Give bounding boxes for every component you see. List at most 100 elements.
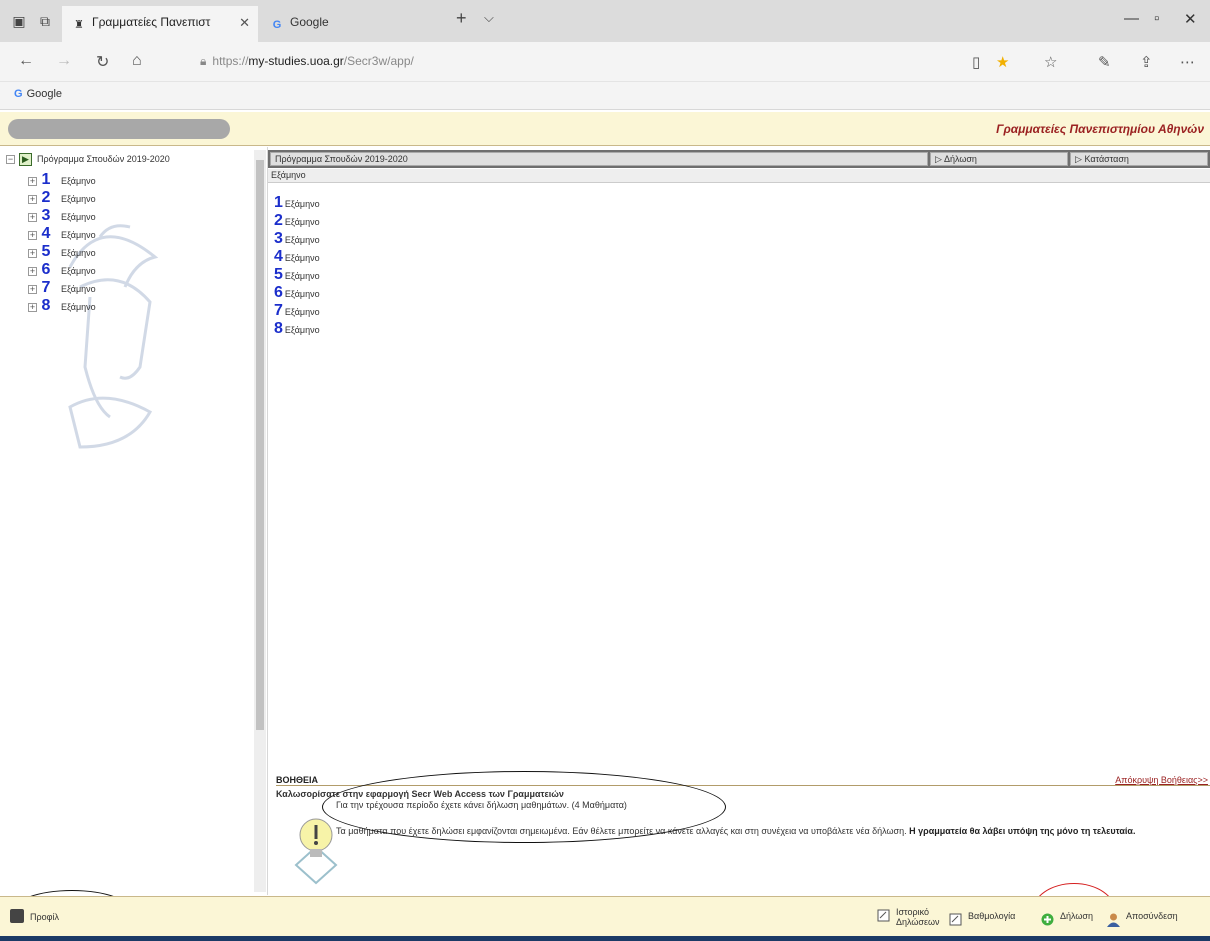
- maximize-icon[interactable]: ▫: [1154, 10, 1159, 27]
- semester-label: Εξάμηνο: [284, 235, 320, 245]
- share-icon[interactable]: ⇪: [1140, 53, 1153, 71]
- profile-button[interactable]: Προφίλ: [10, 909, 59, 923]
- semester-row[interactable]: 5 Εξάμηνο: [274, 266, 320, 284]
- expand-icon[interactable]: +: [28, 231, 37, 240]
- tab-title: Γραμματείες Πανεπιστ: [92, 15, 211, 29]
- new-tab-icon[interactable]: +: [456, 8, 467, 29]
- lock-icon: 🔒︎: [200, 54, 207, 68]
- expand-icon[interactable]: +: [28, 285, 37, 294]
- close-tab-icon[interactable]: ✕: [239, 15, 250, 31]
- expand-icon[interactable]: +: [28, 249, 37, 258]
- tree-root-label: Πρόγραμμα Σπουδών 2019-2020: [37, 154, 170, 164]
- favorite-google-link[interactable]: Google: [27, 88, 62, 100]
- tree-root[interactable]: − ▶ Πρόγραμμα Σπουδών 2019-2020: [6, 153, 170, 166]
- semester-row[interactable]: 4 Εξάμηνο: [274, 248, 320, 266]
- semester-number: 5: [274, 266, 283, 283]
- button-label: Δηλώσεων: [896, 917, 940, 927]
- more-icon[interactable]: ⋯: [1180, 53, 1195, 71]
- grades-document-icon: [949, 913, 962, 926]
- semester-label: Εξάμηνο: [61, 194, 96, 204]
- semester-row[interactable]: 6 Εξάμηνο: [274, 284, 320, 302]
- semester-number: 6: [41, 261, 51, 278]
- semester-label: Εξάμηνο: [284, 271, 320, 281]
- button-label: Ιστορικό: [896, 907, 930, 917]
- address-bar[interactable]: 🔒︎ https://my-studies.uoa.gr/Secr3w/app/: [190, 48, 930, 76]
- url-path: /Secr3w/app/: [343, 54, 414, 68]
- tree-item-semester-6[interactable]: +6 Εξάμηνο: [28, 261, 96, 279]
- minimize-icon[interactable]: —: [1124, 10, 1139, 27]
- app-header: Γραμματείες Πανεπιστημίου Αθηνών: [0, 112, 1210, 146]
- tree-item-semester-7[interactable]: +7 Εξάμηνο: [28, 279, 96, 297]
- column-header-program[interactable]: Πρόγραμμα Σπουδών 2019-2020: [270, 152, 928, 166]
- reading-view-icon[interactable]: ▯: [972, 53, 980, 71]
- pen-notes-icon[interactable]: ✎: [1098, 53, 1111, 71]
- column-arrow-icon: ▷: [1075, 154, 1082, 164]
- expand-icon[interactable]: +: [28, 177, 37, 186]
- semester-number: 1: [41, 171, 51, 188]
- tree-item-semester-8[interactable]: +8 Εξάμηνο: [28, 297, 96, 315]
- close-window-icon[interactable]: ✕: [1184, 10, 1197, 28]
- semester-row[interactable]: 1 Εξάμηνο: [274, 194, 320, 212]
- refresh-icon[interactable]: ↻: [96, 52, 109, 72]
- semester-label: Εξάμηνο: [61, 176, 96, 186]
- profile-icon: [10, 909, 24, 923]
- program-folder-icon: ▶: [19, 153, 32, 166]
- back-icon[interactable]: ←: [18, 52, 34, 70]
- column-header-status[interactable]: ▷ Κατάσταση: [1070, 152, 1208, 166]
- semester-number: 7: [274, 302, 283, 319]
- bottom-toolbar: Προφίλ Ιστορικό Δηλώσεων Βαθμολογία Δήλωσ…: [0, 896, 1210, 936]
- semester-row[interactable]: 2 Εξάμηνο: [274, 212, 320, 230]
- favorites-hub-icon[interactable]: ☆: [1044, 53, 1057, 71]
- expand-icon[interactable]: +: [28, 213, 37, 222]
- semester-number: 1: [274, 194, 283, 211]
- scrollbar-thumb[interactable]: [256, 160, 264, 730]
- semester-number: 5: [41, 243, 51, 260]
- semester-number: 6: [274, 284, 283, 301]
- help-note-emphasis: Η γραμματεία θα λάβει υπόψη της μόνο τη …: [909, 826, 1136, 836]
- expand-icon[interactable]: +: [28, 195, 37, 204]
- app-title: Γραμματείες Πανεπιστημίου Αθηνών: [996, 122, 1204, 136]
- tree-item-semester-3[interactable]: +3 Εξάμηνο: [28, 207, 96, 225]
- profile-label: Προφίλ: [30, 912, 59, 922]
- tab-university-secretariats[interactable]: ♜ Γραμματείες Πανεπιστ ✕: [62, 6, 258, 42]
- logout-button[interactable]: Αποσύνδεση: [1106, 911, 1178, 927]
- tab-list-chevron-icon[interactable]: ⌵: [484, 10, 494, 26]
- semester-row[interactable]: 3 Εξάμηνο: [274, 230, 320, 248]
- university-favicon-icon: ♜: [74, 19, 84, 31]
- favorite-star-icon[interactable]: ★: [996, 53, 1009, 71]
- tab-actions-icon[interactable]: ▣: [10, 12, 28, 30]
- declaration-button[interactable]: Δήλωση: [1040, 911, 1093, 926]
- declaration-plus-icon: [1041, 913, 1054, 926]
- annotation-ellipse: [322, 771, 726, 843]
- grades-button[interactable]: Βαθμολογία: [948, 911, 1015, 926]
- forward-icon[interactable]: →: [56, 52, 72, 70]
- tree-item-semester-5[interactable]: +5 Εξάμηνο: [28, 243, 96, 261]
- sidebar-tree: − ▶ Πρόγραμμα Σπουδών 2019-2020 +1 Εξάμηνο …: [0, 147, 268, 895]
- home-icon[interactable]: ⌂: [132, 52, 142, 70]
- declaration-history-button[interactable]: Ιστορικό Δηλώσεων: [876, 907, 940, 927]
- tree-item-semester-4[interactable]: +4 Εξάμηνο: [28, 225, 96, 243]
- column-header-label: Κατάσταση: [1084, 154, 1129, 164]
- semester-row[interactable]: 8 Εξάμηνο: [274, 320, 320, 338]
- expand-icon[interactable]: +: [28, 303, 37, 312]
- url-host: my-studies.uoa.gr: [248, 54, 344, 68]
- tab-google[interactable]: G Google: [260, 6, 442, 42]
- semester-number: 4: [274, 248, 283, 265]
- favorites-bar: G Google: [0, 82, 1210, 110]
- set-aside-tabs-icon[interactable]: ⧉: [36, 12, 54, 30]
- url-prefix: https://: [212, 54, 249, 68]
- semester-label: Εξάμηνο: [284, 289, 320, 299]
- tab-title: Google: [290, 15, 329, 29]
- google-favicon-icon: G: [14, 88, 23, 100]
- semester-label: Εξάμηνο: [284, 325, 320, 335]
- expand-icon[interactable]: +: [28, 267, 37, 276]
- sidebar-scrollbar[interactable]: [254, 150, 266, 892]
- column-header-label: Δήλωση: [943, 154, 977, 164]
- hide-help-link[interactable]: Απόκρυψη Βοήθειας>>: [1115, 775, 1208, 785]
- column-header-declaration[interactable]: ▷ Δήλωση: [930, 152, 1068, 166]
- semester-row[interactable]: 7 Εξάμηνο: [274, 302, 320, 320]
- collapse-icon[interactable]: −: [6, 155, 15, 164]
- browser-tab-bar: ▣ ⧉ ♜ Γραμματείες Πανεπιστ ✕ G Google + ⌵ …: [0, 0, 1210, 42]
- tree-item-semester-2[interactable]: +2 Εξάμηνο: [28, 189, 96, 207]
- tree-item-semester-1[interactable]: +1 Εξάμηνο: [28, 171, 96, 189]
